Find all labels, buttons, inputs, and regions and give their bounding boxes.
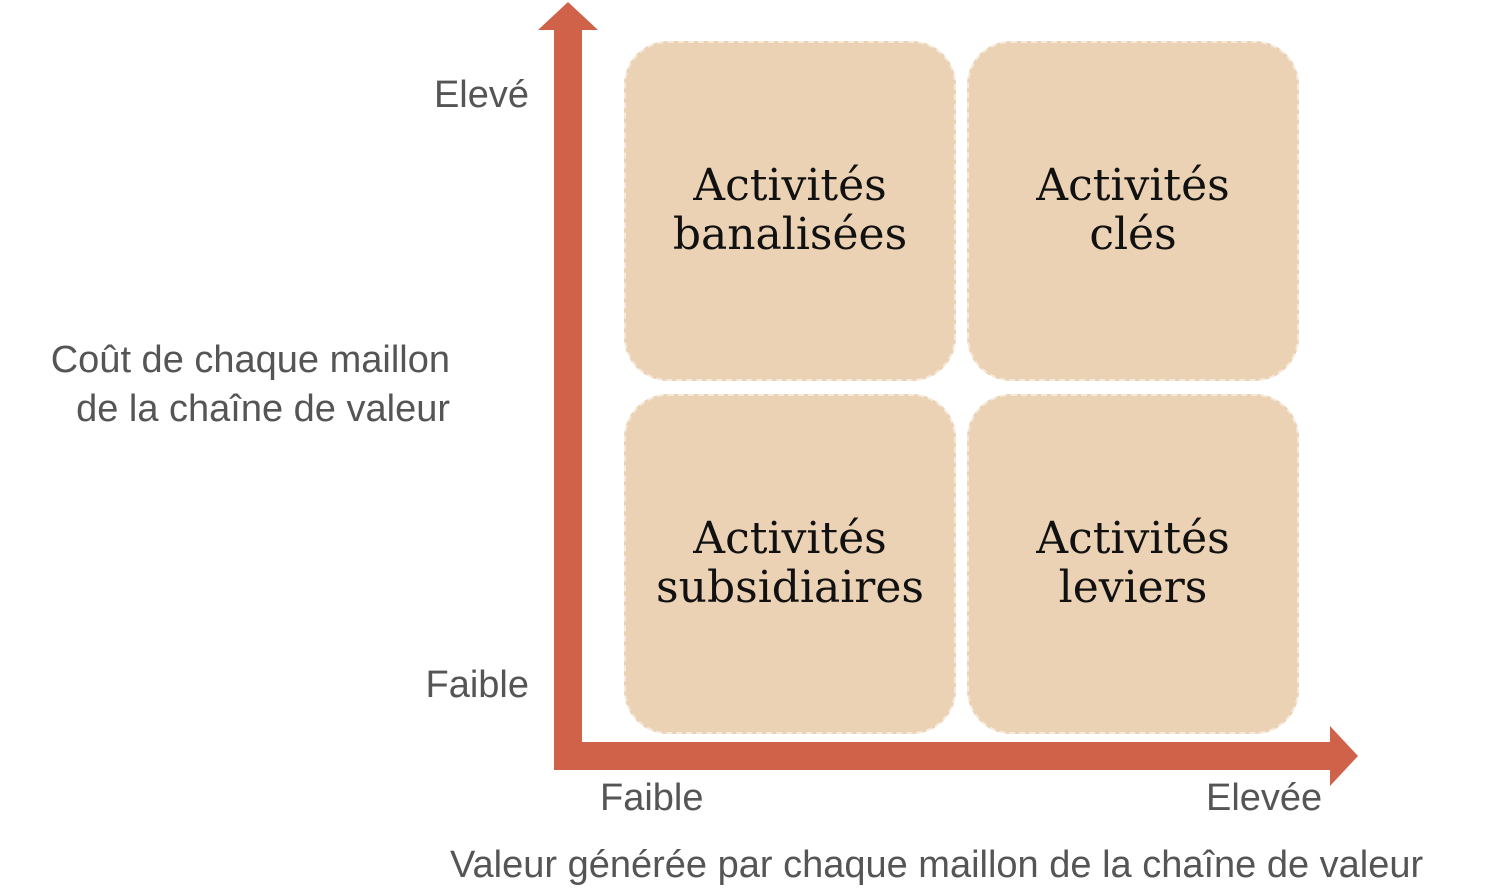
x-axis-high-label: Elevée — [1206, 777, 1323, 819]
x-axis-low-label: Faible — [600, 777, 704, 819]
x-axis-title: Valeur générée par chaque maillon de la … — [450, 844, 1424, 886]
quadrant-top-right: Activités clés — [967, 41, 1299, 381]
quadrant-label-subsidiaires: Activités subsidiaires — [656, 513, 924, 613]
quadrant-top-left: Activités banalisées — [624, 41, 956, 381]
y-axis-high-label: Elevé — [433, 74, 529, 116]
quadrant-label-cles: Activités clés — [1036, 160, 1230, 260]
quadrant-label-banalisees: Activités banalisées — [672, 160, 908, 260]
y-axis-arrow — [538, 2, 598, 770]
quadrant-bottom-left: Activités subsidiaires — [624, 394, 956, 734]
y-axis-title: Coût de chaque maillon de la chaîne de v… — [50, 339, 450, 430]
matrix-diagram: Activités banalisées Activités clés Acti… — [0, 0, 1508, 890]
y-axis-low-label: Faible — [425, 664, 530, 706]
quadrant-label-leviers: Activités leviers — [1036, 513, 1230, 613]
quadrant-bottom-right: Activités leviers — [967, 394, 1299, 734]
